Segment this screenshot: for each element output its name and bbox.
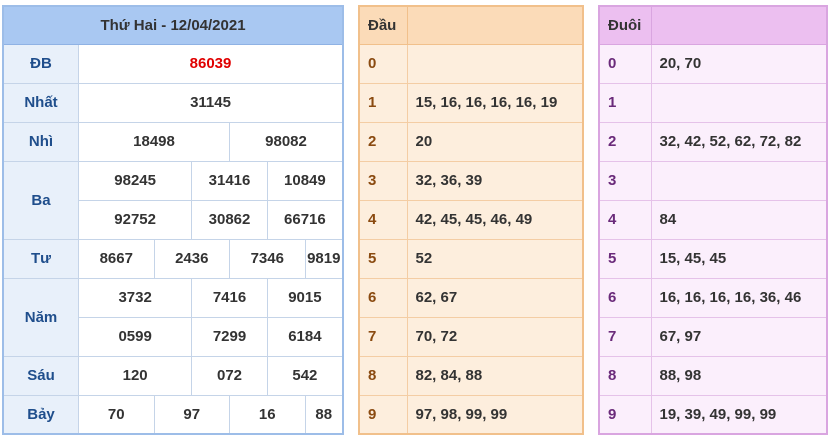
- numbers-cell: 19, 39, 49, 99, 99: [650, 394, 828, 435]
- digit-cell: 7: [358, 316, 408, 357]
- digit-cell: 8: [598, 355, 652, 396]
- prize-label-ba: Ba: [2, 160, 80, 240]
- special-prize-value: 86039: [78, 43, 344, 84]
- digit-cell: 3: [598, 160, 652, 201]
- dau-header-values: [406, 5, 584, 45]
- numbers-cell: 32, 36, 39: [406, 160, 584, 201]
- duoi-header: Đuôi: [598, 5, 652, 45]
- prize-value: 10849: [266, 160, 344, 201]
- numbers-cell: 20, 70: [650, 43, 828, 84]
- prize-value: 542: [266, 355, 344, 396]
- prize-value: 97: [153, 394, 231, 435]
- digit-cell: 3: [358, 160, 408, 201]
- prize-value: 31145: [78, 82, 344, 123]
- duoi-header-values: [650, 5, 828, 45]
- prize-value: 30862: [191, 199, 268, 240]
- prize-value: 92752: [78, 199, 193, 240]
- prize-value: 120: [78, 355, 193, 396]
- digit-cell: 6: [358, 277, 408, 318]
- prize-value: 072: [191, 355, 268, 396]
- digit-cell: 0: [358, 43, 408, 84]
- numbers-cell: 16, 16, 16, 16, 36, 46: [650, 277, 828, 318]
- prize-value: 8667: [78, 238, 155, 279]
- prize-value: 16: [229, 394, 306, 435]
- digit-cell: 4: [358, 199, 408, 240]
- numbers-cell: 82, 84, 88: [406, 355, 584, 396]
- prize-label-sau: Sáu: [2, 355, 80, 396]
- numbers-cell: 84: [650, 199, 828, 240]
- digit-cell: 2: [598, 121, 652, 162]
- head-digit-table: Đầu 0 1 15, 16, 16, 16, 16, 19 2 20 3 32, 3…: [358, 5, 584, 435]
- digit-cell: 4: [598, 199, 652, 240]
- digit-cell: 8: [358, 355, 408, 396]
- numbers-cell: 15, 16, 16, 16, 16, 19: [406, 82, 584, 123]
- numbers-cell: 88, 98: [650, 355, 828, 396]
- prize-value: 9819: [304, 238, 344, 279]
- dau-header: Đầu: [358, 5, 408, 45]
- digit-cell: 1: [358, 82, 408, 123]
- numbers-cell: 62, 67: [406, 277, 584, 318]
- prize-label-bay: Bảy: [2, 394, 80, 435]
- digit-cell: 2: [358, 121, 408, 162]
- numbers-cell: [650, 160, 828, 201]
- prize-value: 98082: [229, 121, 344, 162]
- digit-cell: 5: [358, 238, 408, 279]
- numbers-cell: 70, 72: [406, 316, 584, 357]
- prize-value: 98245: [78, 160, 193, 201]
- prize-label-nhi: Nhì: [2, 121, 80, 162]
- numbers-cell: 20: [406, 121, 584, 162]
- prize-value: 3732: [78, 277, 193, 318]
- prize-label-db: ĐB: [2, 43, 80, 84]
- tail-digit-table: Đuôi 0 20, 70 1 2 32, 42, 52, 62, 72, 82 3…: [598, 5, 828, 435]
- prize-label-tu: Tư: [2, 238, 80, 279]
- prize-value: 2436: [153, 238, 231, 279]
- prize-value: 31416: [191, 160, 268, 201]
- prize-value: 70: [78, 394, 155, 435]
- prize-value: 7299: [191, 316, 268, 357]
- digit-cell: 5: [598, 238, 652, 279]
- numbers-cell: [406, 43, 584, 84]
- numbers-cell: 52: [406, 238, 584, 279]
- numbers-cell: 15, 45, 45: [650, 238, 828, 279]
- numbers-cell: 67, 97: [650, 316, 828, 357]
- prize-value: 18498: [78, 121, 231, 162]
- numbers-cell: 42, 45, 45, 46, 49: [406, 199, 584, 240]
- numbers-cell: [650, 82, 828, 123]
- prize-value: 66716: [266, 199, 344, 240]
- prize-value: 6184: [266, 316, 344, 357]
- numbers-cell: 97, 98, 99, 99: [406, 394, 584, 435]
- digit-cell: 9: [598, 394, 652, 435]
- prize-label-nhat: Nhất: [2, 82, 80, 123]
- results-date-header: Thứ Hai - 12/04/2021: [2, 5, 344, 45]
- prize-value: 88: [304, 394, 344, 435]
- numbers-cell: 32, 42, 52, 62, 72, 82: [650, 121, 828, 162]
- prize-value: 7346: [229, 238, 306, 279]
- prize-label-nam: Năm: [2, 277, 80, 357]
- prize-value: 9015: [266, 277, 344, 318]
- lottery-results-table: Thứ Hai - 12/04/2021 ĐB 86039 Nhất 31145…: [2, 5, 344, 435]
- digit-cell: 7: [598, 316, 652, 357]
- digit-cell: 1: [598, 82, 652, 123]
- digit-cell: 9: [358, 394, 408, 435]
- digit-cell: 0: [598, 43, 652, 84]
- digit-cell: 6: [598, 277, 652, 318]
- prize-value: 7416: [191, 277, 268, 318]
- prize-value: 0599: [78, 316, 193, 357]
